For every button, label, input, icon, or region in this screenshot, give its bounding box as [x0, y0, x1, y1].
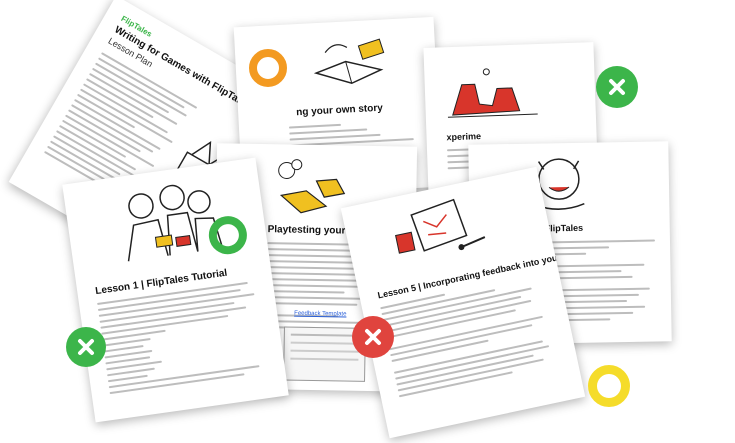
green-cross-icon — [596, 66, 638, 108]
tutorial-card: Lesson 1 | FlipTales Tutorial — [62, 157, 289, 423]
experiment-title: xperime — [446, 131, 482, 143]
feedback-template-link[interactable]: Feedback Template — [294, 311, 346, 318]
story-illustration — [313, 38, 385, 85]
tutorial-illustration — [127, 184, 224, 262]
green-check-icon — [66, 327, 106, 367]
feedback-illustration — [395, 198, 486, 254]
tutorial-body — [97, 281, 269, 398]
orange-ring-icon — [249, 49, 287, 87]
own-story-title: ng your own story — [295, 102, 384, 119]
desert-illustration — [447, 68, 538, 118]
red-cross-icon — [352, 316, 394, 358]
yellow-ring-icon — [588, 365, 630, 407]
